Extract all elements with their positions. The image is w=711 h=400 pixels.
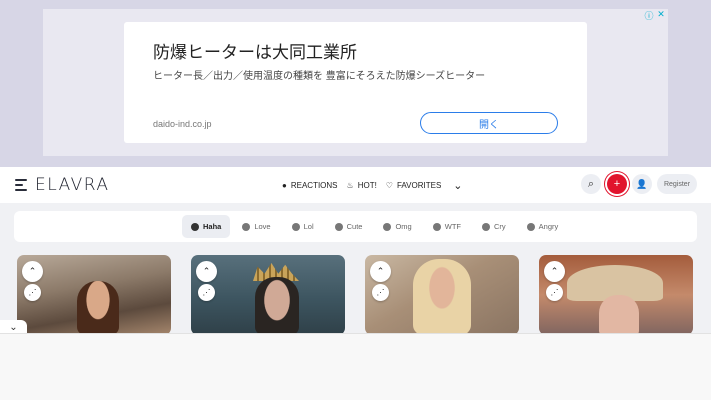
reaction-tab-cute[interactable]: Cute (326, 215, 372, 238)
post-card[interactable]: ⌃ ⋰ (191, 255, 345, 335)
nav-hot[interactable]: ♨ HOT! (347, 181, 377, 190)
post-image (77, 281, 119, 335)
menu-icon[interactable] (15, 179, 27, 191)
ad-badge[interactable]: ⓘ ✕ (644, 10, 666, 22)
reaction-tab-omg[interactable]: Omg (374, 215, 420, 238)
post-card[interactable]: ⌃ ⋰ (539, 255, 693, 335)
register-button[interactable]: Register (657, 174, 697, 194)
ad-zone: ⓘ ✕ 防爆ヒーターは大同工業所 ヒーター長／出力／使用温度の種類を 豊富にそろ… (0, 0, 711, 167)
ad-card[interactable]: 防爆ヒーターは大同工業所 ヒーター長／出力／使用温度の種類を 豊富にそろえた防爆… (124, 22, 587, 143)
heart-icon: ♡ (385, 181, 393, 190)
upvote-button[interactable]: ⌃ (22, 261, 43, 282)
post-card[interactable]: ⌃ ⋰ (17, 255, 171, 335)
post-image (599, 295, 639, 335)
site-logo[interactable]: ELAVRA (35, 175, 110, 195)
bottom-anchor-area (0, 333, 711, 400)
ad-description: ヒーター長／出力／使用温度の種類を 豊富にそろえた防爆シーズヒーター (153, 71, 486, 82)
upvote-button[interactable]: ⌃ (196, 261, 217, 282)
reaction-lol-icon (291, 222, 300, 231)
nav-favorites[interactable]: ♡ FAVORITES (386, 181, 441, 190)
upvote-button[interactable]: ⌃ (370, 261, 391, 282)
nav-favorites-label: FAVORITES (396, 181, 442, 190)
post-image (413, 259, 471, 335)
site-header: ELAVRA ● REACTIONS ♨ HOT! ♡ FAVORITES ⌄ … (0, 167, 711, 203)
reactions-icon: ● (282, 181, 287, 190)
reaction-filter-bar: Haha Love Lol Cute Omg WTF Cry Angry (14, 211, 697, 242)
reaction-tab-label: Angry (538, 222, 559, 231)
fire-icon: ♨ (346, 181, 354, 190)
reaction-tabs: Haha Love Lol Cute Omg WTF Cry Angry (182, 215, 570, 238)
reaction-tab-label: WTF (444, 222, 461, 231)
add-post-button[interactable]: + (607, 174, 627, 194)
ad-open-button[interactable]: 開く (420, 112, 558, 134)
ad-info-icon[interactable]: ⓘ (644, 10, 654, 22)
chevron-down-icon: ⌄ (9, 321, 18, 333)
ad-title[interactable]: 防爆ヒーターは大同工業所 (153, 38, 357, 63)
chevron-down-icon[interactable]: ⌄ (453, 179, 462, 192)
reaction-tab-love[interactable]: Love (233, 215, 279, 238)
reaction-love-icon (242, 222, 251, 231)
nav-reactions-label: REACTIONS (290, 181, 338, 190)
reaction-tab-wtf[interactable]: WTF (424, 215, 470, 238)
reaction-tab-lol[interactable]: Lol (283, 215, 323, 238)
search-icon: ⌕ (587, 177, 595, 190)
ad-frame: ⓘ ✕ 防爆ヒーターは大同工業所 ヒーター長／出力／使用温度の種類を 豊富にそろ… (43, 9, 668, 156)
reaction-cute-icon (334, 222, 343, 231)
share-icon[interactable]: ⋰ (372, 284, 389, 301)
reaction-tab-label: Cute (346, 222, 363, 231)
search-button[interactable]: ⌕ (581, 174, 601, 194)
post-card[interactable]: ⌃ ⋰ (365, 255, 519, 335)
reaction-tab-label: Love (254, 222, 271, 231)
reaction-tab-label: Cry (493, 222, 506, 231)
share-icon[interactable]: ⋰ (24, 284, 41, 301)
nav-reactions[interactable]: ● REACTIONS (282, 181, 338, 190)
user-icon: 👤 (636, 178, 648, 189)
reaction-tab-label: Haha (203, 222, 222, 231)
reaction-tab-cry[interactable]: Cry (473, 215, 515, 238)
plus-icon: + (613, 178, 621, 190)
share-icon[interactable]: ⋰ (198, 284, 215, 301)
main-nav: ● REACTIONS ♨ HOT! ♡ FAVORITES ⌄ (282, 179, 463, 192)
reaction-omg-icon (383, 222, 392, 231)
reaction-haha-icon (191, 222, 199, 231)
ad-domain[interactable]: daido-ind.co.jp (153, 119, 212, 129)
reaction-tab-label: Omg (395, 222, 412, 231)
reaction-tab-haha[interactable]: Haha (182, 215, 231, 238)
collapse-button[interactable]: ⌄ (0, 320, 27, 334)
nav-hot-label: HOT! (357, 181, 377, 190)
post-image (255, 277, 299, 335)
ad-close-icon[interactable]: ✕ (656, 10, 666, 20)
upvote-button[interactable]: ⌃ (544, 261, 565, 282)
user-button[interactable]: 👤 (632, 174, 652, 194)
reaction-angry-icon (526, 222, 535, 231)
reaction-tab-label: Lol (303, 222, 314, 231)
reaction-cry-icon (481, 222, 490, 231)
reaction-wtf-icon (432, 222, 441, 231)
reaction-tab-angry[interactable]: Angry (518, 215, 568, 238)
share-icon[interactable]: ⋰ (546, 284, 563, 301)
